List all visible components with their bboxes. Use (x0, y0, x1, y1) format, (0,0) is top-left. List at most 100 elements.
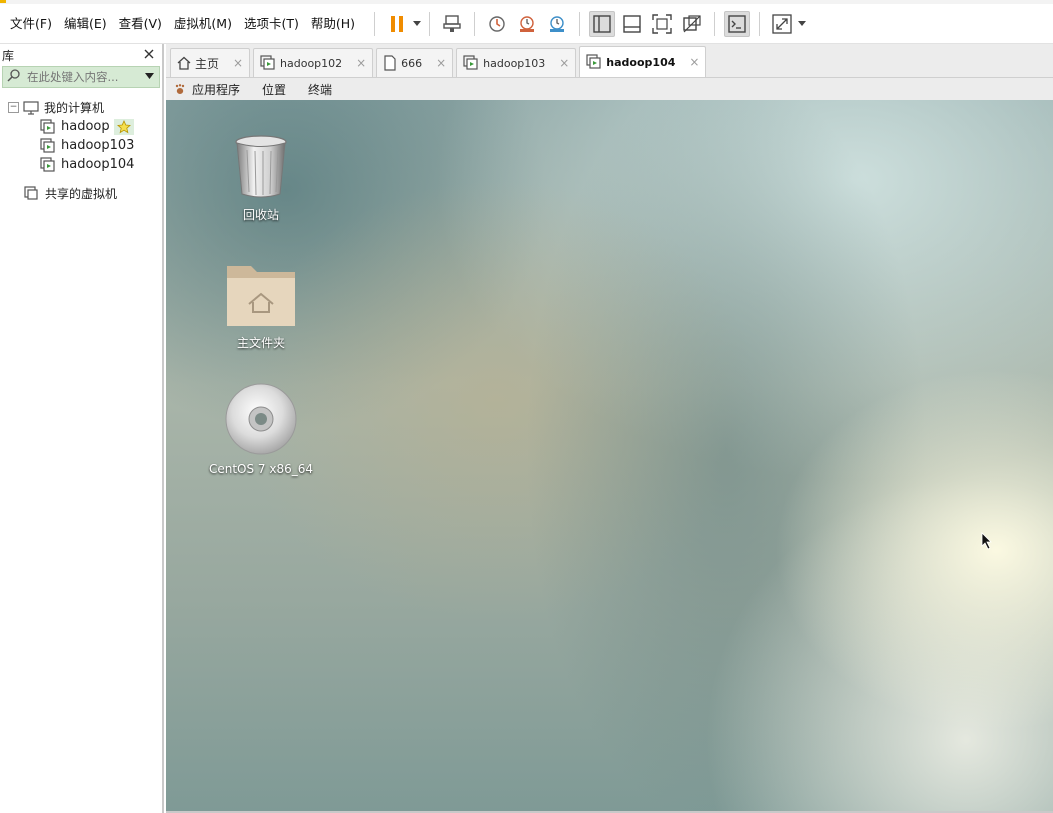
menu-bar: 文件(F) 编辑(E) 查看(V) 虚拟机(M) 选项卡(T) 帮助(H) (0, 4, 1053, 44)
tab-close-button[interactable]: × (233, 56, 243, 70)
library-search-input[interactable] (23, 70, 143, 84)
revert-snapshot-button[interactable] (512, 9, 542, 39)
tab-close-button[interactable]: × (559, 56, 569, 70)
unity-icon (683, 14, 701, 32)
guest-top-bar: 应用程序 位置 终端 (166, 78, 1053, 100)
send-ctrl-alt-del-button[interactable] (437, 9, 467, 39)
vm-tree: − 我的计算机 hadoop hadoop103 hadoop104 共享的虚拟… (0, 88, 162, 203)
tree-vm-hadoop[interactable]: hadoop (0, 117, 162, 136)
guest-desktop[interactable]: 回收站 主文件夹 CentOS 7 x86_64 (166, 100, 1053, 811)
guest-menu-label: 应用程序 (192, 82, 241, 97)
guest-menu-label: 位置 (262, 82, 287, 97)
vm-icon (40, 156, 58, 173)
guest-menu-label: 终端 (308, 82, 333, 97)
toolbar-separator (579, 11, 581, 36)
tree-vm-hadoop103[interactable]: hadoop103 (0, 136, 162, 155)
toolbar-separator (474, 11, 476, 36)
shared-vm-icon (24, 185, 42, 202)
desktop-icon-home-folder[interactable]: 主文件夹 (206, 260, 316, 351)
tab-hadoop103[interactable]: hadoop103 × (456, 48, 577, 77)
tab-close-button[interactable]: × (356, 56, 366, 70)
tab-hadoop104[interactable]: hadoop104 × (579, 46, 707, 77)
desktop-icon-cd[interactable]: CentOS 7 x86_64 (206, 382, 316, 476)
toolbar-separator (714, 11, 716, 36)
show-library-button[interactable] (589, 10, 616, 37)
tab-label: 主页 (195, 56, 220, 71)
chevron-down-icon (144, 73, 154, 79)
vm-icon (586, 54, 601, 69)
thumbnail-bar-icon (623, 14, 641, 33)
guest-applications-menu[interactable]: 应用程序 (174, 81, 240, 98)
home-folder-icon (227, 266, 295, 326)
pause-icon (391, 15, 404, 32)
desktop-icon-trash[interactable]: 回收站 (206, 134, 316, 223)
menu-tabs[interactable]: 选项卡(T) (238, 11, 305, 37)
stretch-icon (772, 13, 792, 34)
tab-666[interactable]: 666 × (376, 48, 454, 77)
pause-dropdown-button[interactable] (412, 9, 422, 39)
menu-vm[interactable]: 虚拟机(M) (168, 11, 238, 37)
menu-help[interactable]: 帮助(H) (305, 11, 361, 37)
toolbar-separator (374, 11, 376, 36)
tab-close-button[interactable]: × (689, 55, 699, 69)
snapshot-icon (489, 15, 505, 32)
guest-terminal-menu[interactable]: 终端 (308, 81, 332, 98)
send-ctrl-alt-del-icon (443, 14, 461, 32)
console-icon (728, 14, 746, 33)
cd-icon (225, 383, 297, 455)
tab-bar: 主页 × hadoop102 × 666 × hadoop103 × hadoo… (166, 44, 1053, 78)
tab-home[interactable]: 主页 × (170, 48, 251, 77)
search-dropdown-button[interactable] (143, 72, 155, 82)
full-screen-icon (652, 13, 672, 34)
snapshot-manager-button[interactable] (542, 9, 572, 39)
gnome-foot-icon (175, 84, 185, 94)
tab-hadoop102[interactable]: hadoop102 × (253, 48, 374, 77)
computer-icon (23, 100, 41, 116)
stretch-button[interactable] (767, 9, 797, 39)
tab-label: hadoop103 (483, 56, 546, 70)
toolbar-separator (429, 11, 431, 36)
page-icon (384, 55, 396, 71)
tree-label: 我的计算机 (44, 101, 105, 115)
vm-icon (463, 55, 478, 70)
show-library-icon (593, 14, 611, 33)
library-panel: 库 − 我的计算机 hadoop (0, 44, 164, 813)
console-view-button[interactable] (724, 10, 751, 37)
chevron-down-icon (798, 20, 807, 26)
menu-edit[interactable]: 编辑(E) (58, 11, 113, 37)
full-screen-button[interactable] (647, 9, 677, 39)
library-header: 库 (0, 44, 162, 66)
vm-icon (260, 55, 275, 70)
tree-label: hadoop103 (61, 138, 135, 153)
library-close-button[interactable] (142, 48, 156, 63)
desktop-icon-label: 回收站 (242, 208, 279, 222)
tab-label: 666 (401, 56, 423, 70)
pause-button[interactable] (382, 9, 412, 39)
unity-button[interactable] (677, 9, 707, 39)
tab-close-button[interactable]: × (436, 56, 446, 70)
tree-label: hadoop (61, 119, 110, 134)
tab-label: hadoop102 (280, 56, 343, 70)
vm-icon (40, 137, 58, 154)
revert-snapshot-icon (520, 15, 535, 32)
tree-label: hadoop104 (61, 157, 135, 172)
snapshot-button[interactable] (482, 9, 512, 39)
toolbar (367, 4, 807, 43)
tree-vm-hadoop104[interactable]: hadoop104 (0, 155, 162, 174)
menu-file[interactable]: 文件(F) (4, 11, 58, 37)
thumbnail-bar-button[interactable] (617, 9, 647, 39)
guest-places-menu[interactable]: 位置 (262, 81, 286, 98)
menu-view[interactable]: 查看(V) (113, 11, 168, 37)
toolbar-separator (759, 11, 761, 36)
trash-icon (235, 135, 287, 198)
stretch-dropdown-button[interactable] (797, 9, 807, 39)
tree-my-computer[interactable]: − 我的计算机 (0, 98, 162, 117)
mouse-cursor-icon (981, 532, 992, 550)
tree-shared-vms[interactable]: 共享的虚拟机 (0, 184, 162, 203)
library-search (2, 66, 160, 88)
library-title: 库 (2, 48, 15, 63)
favorite-star-icon[interactable] (113, 118, 134, 135)
desktop-icon-label: 主文件夹 (236, 336, 285, 350)
collapse-toggle[interactable]: − (8, 102, 19, 113)
tree-label: 共享的虚拟机 (45, 187, 118, 201)
